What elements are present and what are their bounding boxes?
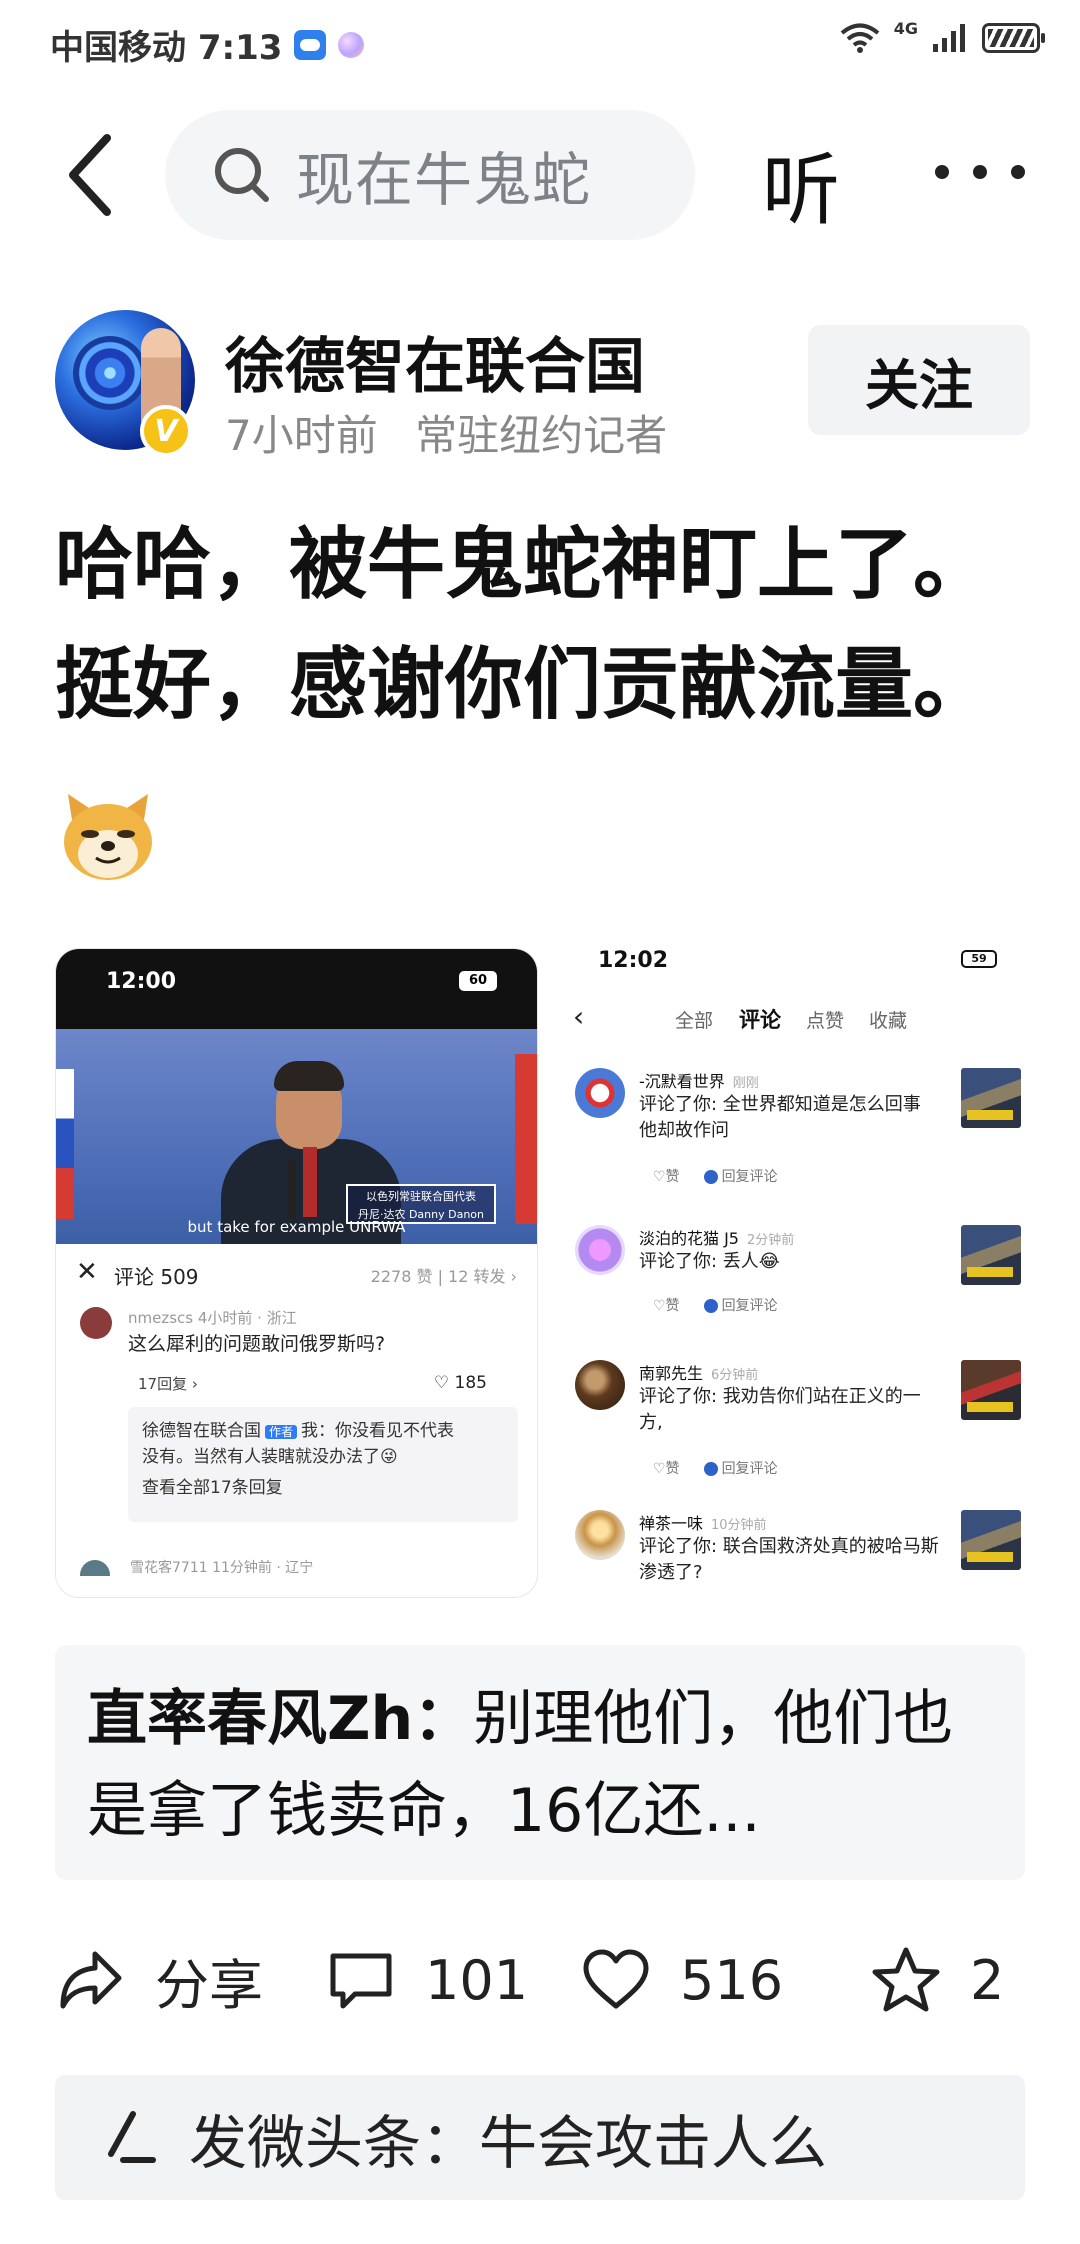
view-all-replies: 查看全部17条回复 — [142, 1478, 283, 1498]
search-icon — [215, 148, 269, 202]
top-nav: 现在牛鬼蛇 听 — [0, 110, 1080, 240]
comment-button[interactable]: 101 — [325, 1925, 528, 2035]
share-label: 分享 — [155, 1953, 263, 2017]
author-title: 常驻纽约记者 — [415, 411, 668, 460]
featured-comment[interactable]: 直率春风Zh：别理他们，他们也是拿了钱卖命，16亿还... — [55, 1645, 1025, 1880]
post-line-1: 哈哈，被牛鬼蛇神盯上了。 — [55, 520, 992, 610]
likes-count: 516 — [680, 1948, 784, 2012]
featured-comment-author: 直率春风Zh： — [87, 1684, 474, 1754]
comment-item: nmezscs 4小时前 · 浙江 这么犀利的问题敢问俄罗斯吗? 17回复 › … — [56, 1307, 537, 1587]
image-status-bar: 12:00 60 — [56, 949, 537, 1029]
image-time: 12:00 — [106, 969, 177, 994]
image-battery: 60 — [459, 971, 497, 991]
tab-favorites: 收藏 — [869, 1010, 908, 1032]
tab-likes: 点赞 — [806, 1010, 845, 1032]
comment-replies: 17回复 › — [138, 1375, 198, 1393]
comments-header: ✕ 评论 509 2278 赞 | 12 转发 › — [56, 1249, 537, 1299]
screenshot-image-right[interactable]: 12:02 59 ‹ 全部 评论 点赞 收藏 -沉默看世界 刚刚 评论了你: 全世… — [563, 940, 1025, 1600]
image-time-right: 12:02 — [598, 948, 669, 973]
author-meta: 7小时前 常驻纽约记者 — [225, 402, 691, 463]
author-header: V 徐德智在联合国 7小时前 常驻纽约记者 关注 — [0, 310, 1080, 470]
doge-emoji-icon — [64, 794, 152, 880]
notification-dot-icon — [338, 31, 365, 58]
action-bar: 分享 101 516 2 — [0, 1925, 1080, 2035]
signal-icon — [933, 24, 965, 52]
next-comment-user: 雪花客7711 11分钟前 · 辽宁 — [80, 1557, 313, 1577]
reply-text-2: 没有。当然有人装瞎就没办法了😜 — [142, 1447, 398, 1467]
share-button[interactable]: 分享 — [55, 1925, 263, 2035]
more-options-icon[interactable] — [935, 165, 1025, 189]
carrier-time: 中国移动 7:13 — [50, 28, 283, 68]
caption-line-1: 以色列常驻联合国代表 — [366, 1190, 476, 1203]
screenshot-image-left[interactable]: 12:00 60 以色列常驻联合国代表 丹尼·达农 Danny Danon bu… — [55, 948, 538, 1598]
notification-item: 南郭先生 6分钟前 评论了你: 我劝告你们站在正义的一方, ♡赞 回复评论 — [563, 1360, 1025, 1510]
search-box[interactable]: 现在牛鬼蛇 — [165, 110, 695, 240]
post-line-2: 挺好，感谢你们贡献流量。 — [55, 640, 992, 730]
comment-likes: ♡ 185 — [433, 1373, 487, 1393]
comment-text: 这么犀利的问题敢问俄罗斯吗? — [128, 1333, 386, 1355]
status-bar: 中国移动 7:13 4G — [0, 0, 1080, 90]
reply-author: 徐德智在联合国 — [142, 1421, 261, 1441]
verified-badge-icon: V — [140, 405, 192, 457]
notification-item: 淡泊的花猫 J5 2分钟前 评论了你: 丢人😂 ♡赞 回复评论 — [563, 1225, 1025, 1375]
image-battery-right: 59 — [961, 950, 997, 968]
favorites-count: 2 — [970, 1948, 1005, 2012]
heart-icon — [583, 1949, 649, 2009]
listen-button[interactable]: 听 — [762, 128, 840, 240]
cloud-app-icon — [294, 29, 327, 60]
comment-user: nmezscs 4小时前 · 浙江 — [128, 1309, 297, 1327]
close-icon: ✕ — [76, 1257, 98, 1287]
pen-icon — [108, 2110, 156, 2163]
notification-item: 禅茶一味 10分钟前 评论了你: 联合国救济处真的被哈马斯渗透了? — [563, 1510, 1025, 1600]
video-subtitle: but take for example UNRWA — [187, 1218, 406, 1236]
wifi-icon — [840, 23, 880, 53]
comments-title: 评论 509 — [114, 1265, 199, 1289]
back-icon: ‹ — [573, 1000, 585, 1033]
share-icon — [60, 1951, 122, 2009]
reply-text-1: 我：你没看见不代表 — [301, 1421, 455, 1441]
comment-avatar — [80, 1307, 112, 1339]
network-type: 4G — [893, 18, 918, 38]
comment-reply-box: 徐德智在联合国 作者 我：你没看见不代表 没有。当然有人装瞎就没办法了😜 查看全部1… — [128, 1407, 518, 1522]
video-frame: 以色列常驻联合国代表 丹尼·达农 Danny Danon but take fo… — [56, 1029, 537, 1244]
comment-icon — [330, 1953, 392, 2009]
follow-button[interactable]: 关注 — [808, 325, 1030, 435]
comments-count: 101 — [425, 1948, 529, 2012]
search-placeholder: 现在牛鬼蛇 — [296, 146, 592, 214]
post-input-placeholder: 发微头条：牛会攻击人么 — [189, 2108, 828, 2177]
post-input[interactable]: 发微头条：牛会攻击人么 — [55, 2075, 1025, 2200]
status-left: 中国移动 7:13 — [50, 20, 365, 69]
star-icon — [872, 1947, 940, 2012]
tab-comments: 评论 — [739, 1008, 781, 1032]
notification-item: -沉默看世界 刚刚 评论了你: 全世界都知道是怎么回事 他却故作问 ♡赞 回复评论 — [563, 1068, 1025, 1218]
post-body: 哈哈，被牛鬼蛇神盯上了。 挺好，感谢你们贡献流量。 — [55, 505, 1045, 745]
notification-tabs: ‹ 全部 评论 点赞 收藏 — [563, 1000, 1025, 1040]
favorite-button[interactable]: 2 — [870, 1925, 1004, 2035]
battery-icon — [982, 23, 1045, 53]
tab-all: 全部 — [675, 1010, 714, 1032]
author-name[interactable]: 徐德智在联合国 — [225, 318, 645, 405]
status-right: 4G — [840, 18, 1045, 54]
post-time: 7小时前 — [225, 411, 378, 460]
like-button[interactable]: 516 — [580, 1925, 783, 2035]
comments-stats: 2278 赞 | 12 转发 › — [370, 1267, 517, 1286]
back-arrow-icon[interactable] — [55, 130, 135, 220]
author-tag: 作者 — [265, 1425, 298, 1439]
